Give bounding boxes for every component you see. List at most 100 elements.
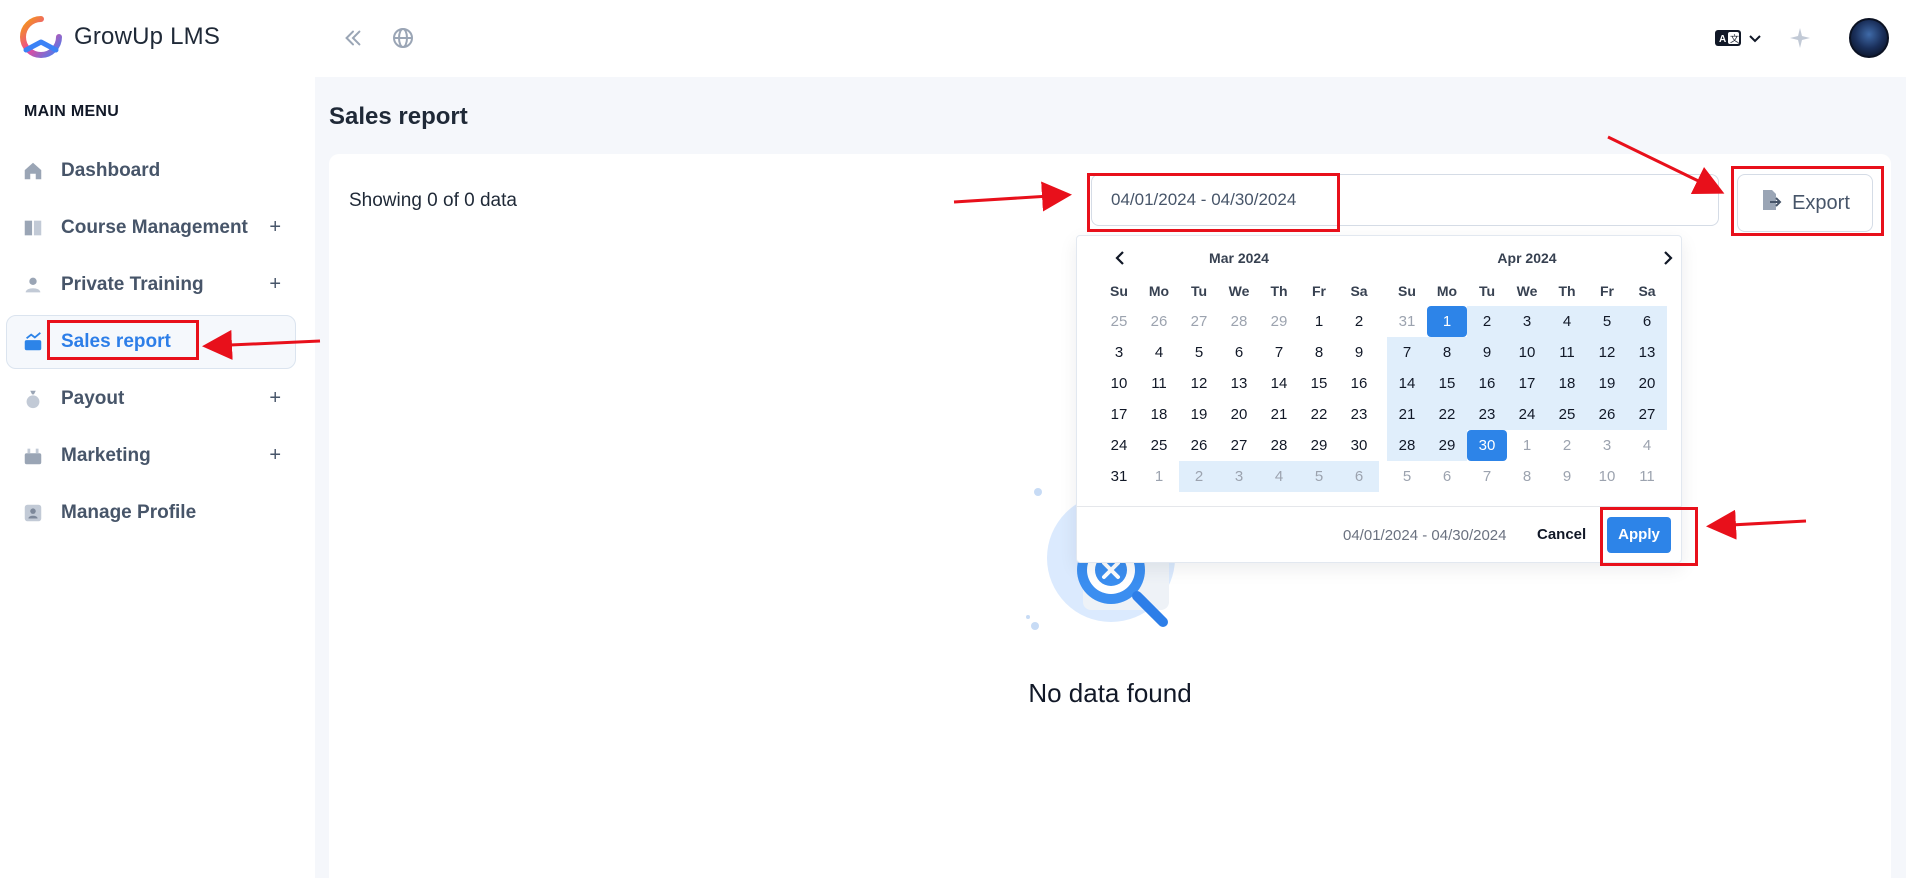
sidebar-item-course-management[interactable]: Course Management + [6,201,296,255]
calendar-day[interactable]: 19 [1179,399,1219,430]
calendar-day[interactable]: 2 [1339,306,1379,337]
calendar-day[interactable]: 10 [1507,337,1547,368]
prev-month-icon[interactable] [1109,248,1131,270]
calendar-day[interactable]: 14 [1259,368,1299,399]
calendar-day[interactable]: 25 [1547,399,1587,430]
calendar-day[interactable]: 24 [1099,430,1139,461]
calendar-day[interactable]: 12 [1587,337,1627,368]
calendar-day[interactable]: 22 [1427,399,1467,430]
globe-icon[interactable] [389,24,417,52]
calendar-day[interactable]: 5 [1587,306,1627,337]
calendar-day[interactable]: 20 [1627,368,1667,399]
expand-plus-icon[interactable]: + [269,216,281,239]
calendar-day[interactable]: 13 [1627,337,1667,368]
calendar-day[interactable]: 7 [1467,461,1507,492]
calendar-day[interactable]: 14 [1387,368,1427,399]
sidebar-item-marketing[interactable]: Marketing + [6,429,296,483]
calendar-day[interactable]: 12 [1179,368,1219,399]
calendar-day[interactable]: 25 [1099,306,1139,337]
translate-icon[interactable]: A文 [1714,24,1742,52]
calendar-day[interactable]: 21 [1387,399,1427,430]
date-range-input[interactable]: 04/01/2024 - 04/30/2024 [1091,174,1719,226]
calendar-day[interactable]: 28 [1387,430,1427,461]
calendar-day[interactable]: 18 [1139,399,1179,430]
brand[interactable]: GrowUp LMS [18,16,220,58]
calendar-day[interactable]: 29 [1259,306,1299,337]
calendar-day[interactable]: 7 [1259,337,1299,368]
sidebar-item-sales-report[interactable]: Sales report [6,315,296,369]
calendar-day[interactable]: 17 [1099,399,1139,430]
calendar-day[interactable]: 1 [1507,430,1547,461]
calendar-day[interactable]: 5 [1299,461,1339,492]
calendar-day[interactable]: 9 [1339,337,1379,368]
expand-plus-icon[interactable]: + [269,273,281,296]
calendar-day[interactable]: 7 [1387,337,1427,368]
calendar-day[interactable]: 31 [1099,461,1139,492]
expand-plus-icon[interactable]: + [269,387,281,410]
calendar-day[interactable]: 1 [1427,306,1467,337]
calendar-day[interactable]: 10 [1587,461,1627,492]
calendar-day[interactable]: 28 [1219,306,1259,337]
calendar-day[interactable]: 3 [1507,306,1547,337]
double-chevron-left-icon[interactable] [339,24,367,52]
calendar-day[interactable]: 28 [1259,430,1299,461]
chevron-down-icon[interactable] [1741,24,1769,52]
calendar-day[interactable]: 18 [1547,368,1587,399]
calendar-day[interactable]: 20 [1219,399,1259,430]
sidebar-item-manage-profile[interactable]: Manage Profile [6,486,296,540]
calendar-day[interactable]: 26 [1139,306,1179,337]
sidebar-item-private-training[interactable]: Private Training + [6,258,296,312]
calendar-day[interactable]: 15 [1299,368,1339,399]
apply-button[interactable]: Apply [1607,517,1671,553]
calendar-day[interactable]: 5 [1387,461,1427,492]
calendar-day[interactable]: 3 [1219,461,1259,492]
calendar-day[interactable]: 4 [1259,461,1299,492]
calendar-day[interactable]: 26 [1179,430,1219,461]
calendar-day[interactable]: 1 [1299,306,1339,337]
user-avatar[interactable] [1849,18,1889,58]
calendar-day[interactable]: 15 [1427,368,1467,399]
calendar-day[interactable]: 22 [1299,399,1339,430]
calendar-day[interactable]: 8 [1299,337,1339,368]
calendar-day[interactable]: 16 [1339,368,1379,399]
calendar-day[interactable]: 3 [1587,430,1627,461]
calendar-day[interactable]: 8 [1507,461,1547,492]
calendar-day[interactable]: 24 [1507,399,1547,430]
calendar-day[interactable]: 31 [1387,306,1427,337]
calendar-day[interactable]: 23 [1339,399,1379,430]
calendar-day[interactable]: 26 [1587,399,1627,430]
export-button[interactable]: Export [1737,174,1873,232]
calendar-day[interactable]: 10 [1099,368,1139,399]
calendar-day[interactable]: 6 [1219,337,1259,368]
calendar-day[interactable]: 2 [1467,306,1507,337]
calendar-day[interactable]: 6 [1427,461,1467,492]
calendar-day[interactable]: 17 [1507,368,1547,399]
calendar-day[interactable]: 30 [1467,430,1507,461]
calendar-day[interactable]: 29 [1427,430,1467,461]
sidebar-item-dashboard[interactable]: Dashboard [6,144,296,198]
calendar-day[interactable]: 9 [1547,461,1587,492]
expand-plus-icon[interactable]: + [269,444,281,467]
calendar-day[interactable]: 23 [1467,399,1507,430]
calendar-day[interactable]: 5 [1179,337,1219,368]
sidebar-item-payout[interactable]: Payout + [6,372,296,426]
calendar-day[interactable]: 2 [1547,430,1587,461]
calendar-day[interactable]: 11 [1627,461,1667,492]
sparkle-icon[interactable] [1786,24,1814,52]
calendar-day[interactable]: 8 [1427,337,1467,368]
calendar-day[interactable]: 4 [1139,337,1179,368]
calendar-day[interactable]: 19 [1587,368,1627,399]
calendar-day[interactable]: 4 [1547,306,1587,337]
calendar-day[interactable]: 2 [1179,461,1219,492]
calendar-day[interactable]: 1 [1139,461,1179,492]
next-month-icon[interactable] [1657,248,1679,270]
calendar-day[interactable]: 13 [1219,368,1259,399]
calendar-day[interactable]: 4 [1627,430,1667,461]
calendar-day[interactable]: 6 [1627,306,1667,337]
calendar-day[interactable]: 27 [1627,399,1667,430]
calendar-day[interactable]: 27 [1219,430,1259,461]
calendar-day[interactable]: 16 [1467,368,1507,399]
calendar-day[interactable]: 25 [1139,430,1179,461]
calendar-day[interactable]: 3 [1099,337,1139,368]
cancel-button[interactable]: Cancel [1537,526,1586,543]
